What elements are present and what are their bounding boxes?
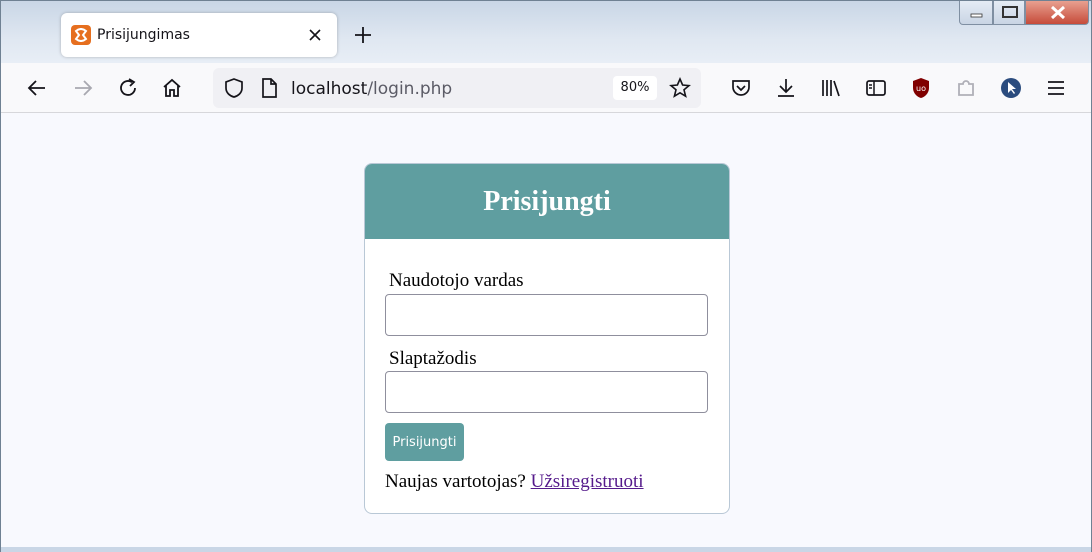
menu-icon[interactable] (1044, 76, 1068, 100)
cursor-icon[interactable] (999, 76, 1023, 100)
card-header: Prisijungti (365, 164, 729, 239)
page-icon[interactable] (259, 77, 279, 104)
password-label: Slaptažodis (389, 348, 477, 369)
ublock-icon[interactable]: uo (909, 76, 933, 100)
library-icon[interactable] (819, 76, 843, 100)
password-field[interactable] (385, 371, 708, 413)
back-icon[interactable] (25, 76, 49, 100)
svg-text:uo: uo (916, 84, 926, 93)
page-title: Prisijungti (483, 185, 611, 217)
register-prompt: Naujas vartotojas? Užsiregistruoti (385, 471, 644, 493)
download-icon[interactable] (774, 76, 798, 100)
page-content: Prisijungti Naudotojo vardas Slaptažodis… (1, 113, 1091, 547)
home-icon[interactable] (160, 76, 184, 100)
tab-title: Prisijungimas (97, 27, 190, 43)
reload-icon[interactable] (116, 76, 140, 100)
login-button[interactable]: Prisijungti (385, 423, 464, 461)
minimize-button[interactable] (959, 1, 993, 25)
zoom-indicator[interactable]: 80% (613, 76, 657, 100)
star-icon[interactable] (669, 76, 691, 104)
close-icon[interactable] (305, 25, 325, 45)
reader-icon[interactable] (864, 76, 888, 100)
login-card: Prisijungti Naudotojo vardas Slaptažodis… (364, 163, 730, 514)
register-link[interactable]: Užsiregistruoti (531, 471, 644, 492)
tab-prisijungimas[interactable]: Prisijungimas (61, 13, 337, 57)
shield-icon[interactable] (223, 77, 245, 104)
username-field[interactable] (385, 294, 708, 336)
new-tab-icon[interactable] (351, 23, 375, 47)
browser-window: Prisijungimas localhost/login.php 80% uo… (0, 0, 1092, 552)
url-host: localhost (291, 79, 368, 99)
register-prompt-text: Naujas vartotojas? (385, 471, 526, 492)
extension-icon[interactable] (954, 76, 978, 100)
maximize-button[interactable] (993, 1, 1025, 25)
url-path: /login.php (367, 79, 453, 99)
window-close-button[interactable] (1025, 1, 1089, 25)
username-label: Naudotojo vardas (389, 270, 524, 291)
window-bottom-edge (1, 547, 1091, 552)
forward-icon[interactable] (71, 76, 95, 100)
pocket-icon[interactable] (729, 76, 753, 100)
navigation-bar: localhost/login.php 80% uo (1, 63, 1091, 113)
tab-strip: Prisijungimas (1, 1, 1091, 63)
xampp-icon (71, 25, 91, 45)
url-text[interactable]: localhost/login.php (291, 79, 452, 99)
url-bar[interactable]: localhost/login.php 80% (213, 68, 701, 108)
